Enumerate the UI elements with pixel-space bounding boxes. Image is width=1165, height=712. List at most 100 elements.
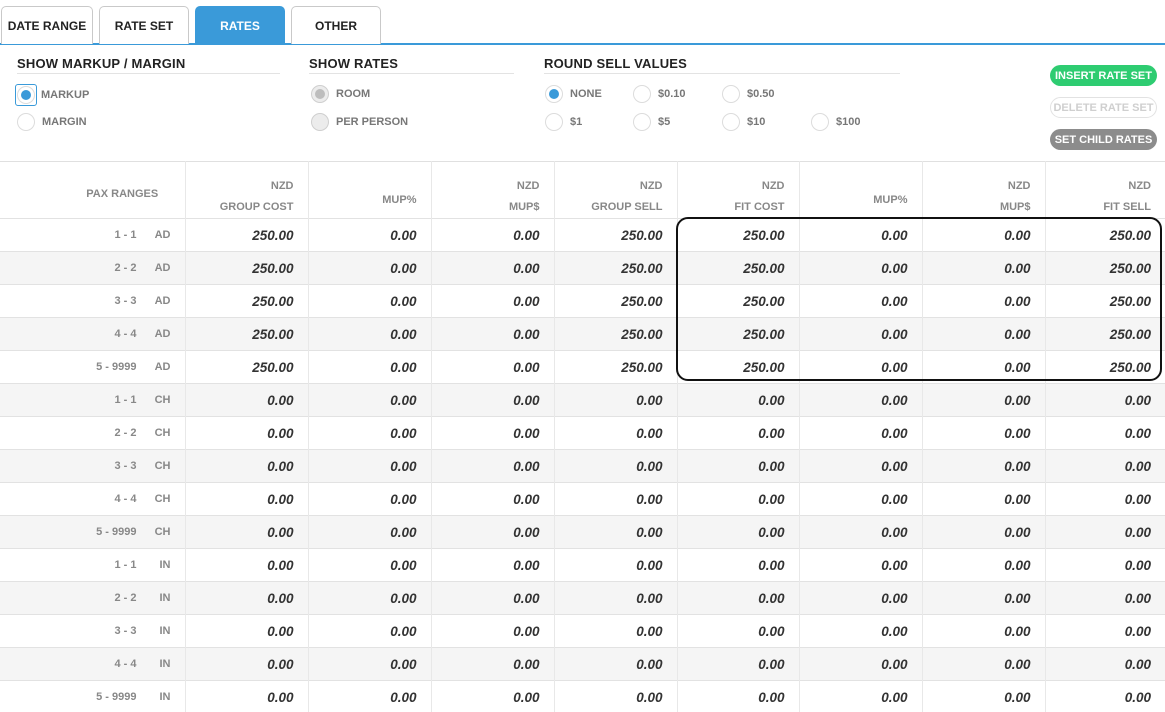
fit-mup-dollar-cell[interactable]: 0.00	[922, 680, 1046, 712]
group-sell-cell[interactable]: 250.00	[554, 317, 678, 351]
fit-sell-cell[interactable]: 0.00	[1045, 647, 1165, 681]
group-sell-cell[interactable]: 0.00	[554, 647, 678, 681]
group-mup-dollar-cell[interactable]: 0.00	[431, 482, 555, 516]
group-cost-cell[interactable]: 0.00	[185, 482, 309, 516]
group-mup-percent-cell[interactable]: 0.00	[308, 449, 432, 483]
per-person-radio[interactable]	[311, 113, 329, 131]
group-cost-cell[interactable]: 250.00	[185, 350, 309, 384]
group-mup-percent-cell[interactable]: 0.00	[308, 317, 432, 351]
group-sell-cell[interactable]: 0.00	[554, 515, 678, 549]
group-cost-cell[interactable]: 0.00	[185, 581, 309, 615]
group-mup-percent-cell[interactable]: 0.00	[308, 482, 432, 516]
fit-mup-percent-cell[interactable]: 0.00	[799, 647, 923, 681]
round-0-10-option[interactable]: $0.10	[633, 85, 686, 103]
fit-cost-cell[interactable]: 0.00	[677, 515, 800, 549]
group-sell-cell[interactable]: 0.00	[554, 383, 678, 417]
group-sell-cell[interactable]: 0.00	[554, 482, 678, 516]
fit-sell-cell[interactable]: 0.00	[1045, 548, 1165, 582]
fit-cost-cell[interactable]: 250.00	[677, 284, 800, 318]
round-0-50-option[interactable]: $0.50	[722, 85, 775, 103]
group-sell-cell[interactable]: 0.00	[554, 680, 678, 712]
group-mup-dollar-cell[interactable]: 0.00	[431, 581, 555, 615]
fit-cost-cell[interactable]: 250.00	[677, 350, 800, 384]
tab-date-range[interactable]: DATE RANGE	[1, 6, 93, 44]
group-mup-percent-cell[interactable]: 0.00	[308, 416, 432, 450]
group-cost-cell[interactable]: 250.00	[185, 317, 309, 351]
fit-mup-percent-cell[interactable]: 0.00	[799, 317, 923, 351]
fit-sell-cell[interactable]: 0.00	[1045, 383, 1165, 417]
group-mup-percent-cell[interactable]: 0.00	[308, 581, 432, 615]
fit-mup-percent-cell[interactable]: 0.00	[799, 680, 923, 712]
group-mup-percent-cell[interactable]: 0.00	[308, 548, 432, 582]
fit-mup-dollar-cell[interactable]: 0.00	[922, 416, 1046, 450]
margin-radio[interactable]	[17, 113, 35, 131]
group-mup-dollar-cell[interactable]: 0.00	[431, 284, 555, 318]
fit-mup-dollar-cell[interactable]: 0.00	[922, 383, 1046, 417]
group-mup-dollar-cell[interactable]: 0.00	[431, 614, 555, 648]
fit-mup-dollar-cell[interactable]: 0.00	[922, 614, 1046, 648]
group-cost-cell[interactable]: 0.00	[185, 383, 309, 417]
fit-cost-cell[interactable]: 0.00	[677, 548, 800, 582]
group-mup-percent-cell[interactable]: 0.00	[308, 515, 432, 549]
fit-mup-dollar-cell[interactable]: 0.00	[922, 449, 1046, 483]
fit-mup-percent-cell[interactable]: 0.00	[799, 449, 923, 483]
insert-rate-set-button[interactable]: INSERT RATE SET	[1050, 65, 1157, 86]
group-mup-dollar-cell[interactable]: 0.00	[431, 647, 555, 681]
fit-sell-cell[interactable]: 250.00	[1045, 218, 1165, 252]
group-sell-cell[interactable]: 0.00	[554, 416, 678, 450]
fit-cost-cell[interactable]: 0.00	[677, 383, 800, 417]
fit-mup-dollar-cell[interactable]: 0.00	[922, 251, 1046, 285]
group-sell-cell[interactable]: 0.00	[554, 581, 678, 615]
group-mup-dollar-cell[interactable]: 0.00	[431, 383, 555, 417]
fit-cost-cell[interactable]: 0.00	[677, 647, 800, 681]
markup-radio[interactable]	[17, 86, 35, 104]
fit-sell-cell[interactable]: 0.00	[1045, 680, 1165, 712]
group-mup-dollar-cell[interactable]: 0.00	[431, 515, 555, 549]
group-cost-cell[interactable]: 0.00	[185, 680, 309, 712]
fit-sell-cell[interactable]: 0.00	[1045, 614, 1165, 648]
round-5-option[interactable]: $5	[633, 113, 670, 131]
group-cost-cell[interactable]: 0.00	[185, 449, 309, 483]
fit-mup-percent-cell[interactable]: 0.00	[799, 614, 923, 648]
fit-sell-cell[interactable]: 0.00	[1045, 482, 1165, 516]
fit-cost-cell[interactable]: 0.00	[677, 449, 800, 483]
fit-mup-percent-cell[interactable]: 0.00	[799, 350, 923, 384]
fit-sell-cell[interactable]: 250.00	[1045, 350, 1165, 384]
round-none-option[interactable]: NONE	[545, 85, 602, 103]
group-cost-cell[interactable]: 250.00	[185, 284, 309, 318]
group-mup-percent-cell[interactable]: 0.00	[308, 251, 432, 285]
group-mup-percent-cell[interactable]: 0.00	[308, 350, 432, 384]
fit-mup-dollar-cell[interactable]: 0.00	[922, 482, 1046, 516]
group-mup-percent-cell[interactable]: 0.00	[308, 647, 432, 681]
group-cost-cell[interactable]: 0.00	[185, 548, 309, 582]
group-mup-percent-cell[interactable]: 0.00	[308, 284, 432, 318]
group-mup-dollar-cell[interactable]: 0.00	[431, 548, 555, 582]
fit-mup-percent-cell[interactable]: 0.00	[799, 515, 923, 549]
group-mup-percent-cell[interactable]: 0.00	[308, 383, 432, 417]
fit-cost-cell[interactable]: 0.00	[677, 416, 800, 450]
group-cost-cell[interactable]: 0.00	[185, 515, 309, 549]
round-0-50-radio[interactable]	[722, 85, 740, 103]
fit-sell-cell[interactable]: 0.00	[1045, 515, 1165, 549]
fit-cost-cell[interactable]: 0.00	[677, 581, 800, 615]
margin-option[interactable]: MARGIN	[17, 113, 87, 131]
fit-cost-cell[interactable]: 0.00	[677, 680, 800, 712]
fit-sell-cell[interactable]: 250.00	[1045, 284, 1165, 318]
group-mup-dollar-cell[interactable]: 0.00	[431, 317, 555, 351]
fit-cost-cell[interactable]: 0.00	[677, 482, 800, 516]
fit-mup-percent-cell[interactable]: 0.00	[799, 581, 923, 615]
fit-mup-percent-cell[interactable]: 0.00	[799, 548, 923, 582]
per-person-option[interactable]: PER PERSON	[311, 113, 408, 131]
fit-cost-cell[interactable]: 250.00	[677, 317, 800, 351]
group-cost-cell[interactable]: 0.00	[185, 614, 309, 648]
round-100-option[interactable]: $100	[811, 113, 860, 131]
round-none-radio[interactable]	[545, 85, 563, 103]
group-sell-cell[interactable]: 0.00	[554, 449, 678, 483]
fit-mup-percent-cell[interactable]: 0.00	[799, 218, 923, 252]
group-sell-cell[interactable]: 250.00	[554, 284, 678, 318]
round-1-option[interactable]: $1	[545, 113, 582, 131]
tab-rate-set[interactable]: RATE SET	[99, 6, 189, 44]
fit-mup-dollar-cell[interactable]: 0.00	[922, 284, 1046, 318]
round-100-radio[interactable]	[811, 113, 829, 131]
group-mup-dollar-cell[interactable]: 0.00	[431, 680, 555, 712]
